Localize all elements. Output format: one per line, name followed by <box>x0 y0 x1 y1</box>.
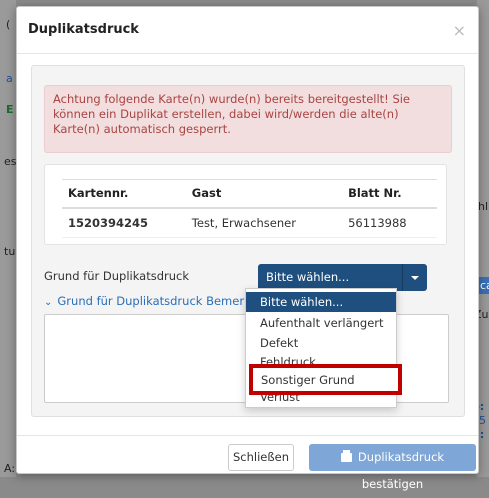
reason-label: Grund für Duplikatsdruck <box>44 269 190 283</box>
dropdown-option[interactable]: Bitte wählen... <box>246 292 396 312</box>
bg-text: ( <box>6 18 11 31</box>
option-label: Sonstiger Grund <box>261 373 355 387</box>
cell-card-number: 1520394245 <box>62 208 186 238</box>
bg-text: es <box>4 155 17 168</box>
caret-down-icon <box>411 276 419 280</box>
bg-text: E <box>6 103 14 116</box>
modal-header: Duplikatsdruck × <box>17 7 478 54</box>
warning-alert: Achtung folgende Karte(n) wurde(n) berei… <box>44 85 452 153</box>
bg-text: tu <box>4 245 16 258</box>
dropdown-option[interactable]: Aufenthalt verlängert <box>246 313 396 333</box>
reason-select[interactable]: Bitte wählen... <box>258 264 402 291</box>
chevron-down-icon: ⌄ <box>44 297 53 308</box>
reason-remark-toggle[interactable]: ⌄ Grund für Duplikatsdruck Bemerkung <box>44 294 272 308</box>
highlighted-option-other-reason[interactable]: Sonstiger Grund <box>249 364 402 395</box>
modal-title: Duplikatsdruck <box>28 22 139 37</box>
close-button[interactable]: Schließen <box>228 444 294 471</box>
bg-text: hli <box>478 200 489 213</box>
column-header-guest: Gast <box>185 179 343 209</box>
cell-sheet-number: 56113988 <box>342 208 437 238</box>
bg-text: a <box>6 72 13 85</box>
table-row: 1520394245 Test, Erwachsener 56113988 <box>62 208 437 238</box>
card-table: Kartennr. Gast Blatt Nr. 1520394245 Test… <box>62 179 437 238</box>
print-icon <box>340 450 352 462</box>
reason-select-toggle[interactable] <box>402 264 427 291</box>
confirm-label: Duplikatsdruck bestätigen <box>357 450 445 491</box>
cell-guest: Test, Erwachsener <box>185 208 343 238</box>
confirm-duplicate-print-button[interactable]: Duplikatsdruck bestätigen <box>309 444 476 491</box>
column-header-sheet-number: Blatt Nr. <box>342 179 437 209</box>
modal-footer-divider <box>17 435 478 436</box>
dropdown-option[interactable]: Defekt <box>246 333 396 353</box>
card-table-container: Kartennr. Gast Blatt Nr. 1520394245 Test… <box>44 164 447 245</box>
bg-text: A: <box>4 462 16 475</box>
column-header-card-number: Kartennr. <box>62 179 186 209</box>
close-icon[interactable]: × <box>453 21 466 40</box>
reason-remark-label: Grund für Duplikatsdruck Bemerkung <box>57 294 273 308</box>
